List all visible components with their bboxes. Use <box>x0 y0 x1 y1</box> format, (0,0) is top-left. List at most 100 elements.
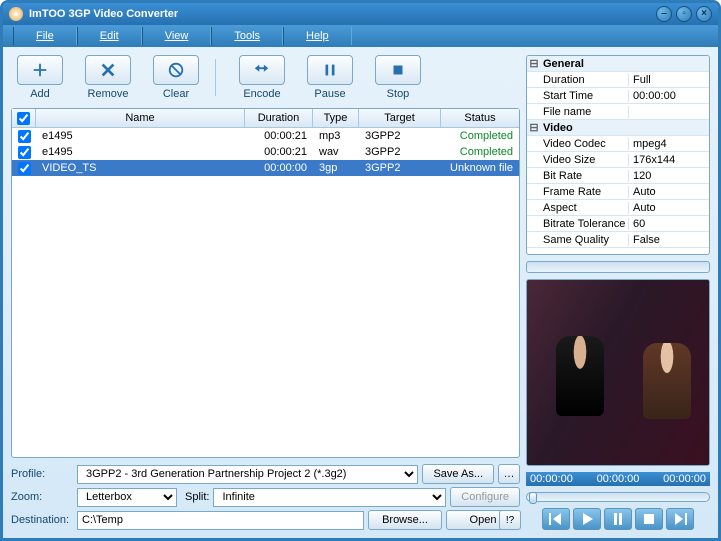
cell-type: mp3 <box>313 130 359 142</box>
slider-thumb[interactable] <box>529 492 537 504</box>
titlebar[interactable]: ImTOO 3GP Video Converter – ▫ × <box>3 3 718 25</box>
time-middle: 00:00:00 <box>597 473 640 485</box>
play-button[interactable] <box>573 508 601 530</box>
time-bar: 00:00:00 00:00:00 00:00:00 <box>526 472 710 486</box>
left-pane: Add Remove Clear Encode Pause Stop Name … <box>11 55 520 530</box>
cell-status: Completed <box>441 146 519 158</box>
prop-value[interactable]: mpeg4 <box>629 138 709 150</box>
col-duration[interactable]: Duration <box>245 109 313 127</box>
time-total: 00:00:00 <box>663 473 706 485</box>
split-select[interactable]: Infinite <box>213 488 446 507</box>
prev-button[interactable] <box>542 508 570 530</box>
prop-group: Video <box>541 122 709 134</box>
property-row[interactable]: Frame RateAuto <box>527 184 709 200</box>
menu-help[interactable]: Help <box>283 27 352 45</box>
destination-input[interactable] <box>77 511 364 530</box>
property-row[interactable]: DurationFull <box>527 72 709 88</box>
cell-duration: 00:00:21 <box>245 130 313 142</box>
app-window: ImTOO 3GP Video Converter – ▫ × File Edi… <box>0 0 721 541</box>
save-as-button[interactable]: Save As... <box>422 464 494 484</box>
cell-duration: 00:00:00 <box>245 162 313 174</box>
cell-type: wav <box>313 146 359 158</box>
configure-button[interactable]: Configure <box>450 487 520 507</box>
preview-panel[interactable] <box>526 279 710 466</box>
minimize-button[interactable]: – <box>656 6 672 22</box>
add-label: Add <box>30 88 50 100</box>
col-name[interactable]: Name <box>36 109 245 127</box>
property-row[interactable]: ⊟General <box>527 56 709 72</box>
zoom-label: Zoom: <box>11 491 73 503</box>
prop-value[interactable]: 60 <box>629 218 709 230</box>
menu-edit[interactable]: Edit <box>77 27 142 45</box>
time-current: 00:00:00 <box>530 473 573 485</box>
remove-button[interactable] <box>85 55 131 85</box>
property-row[interactable]: Video Size176x144 <box>527 152 709 168</box>
row-checkbox[interactable] <box>18 146 31 159</box>
next-button[interactable] <box>666 508 694 530</box>
prop-key: Video Codec <box>541 138 629 150</box>
cell-name: e1495 <box>36 146 245 158</box>
collapse-icon[interactable]: ⊟ <box>527 57 541 70</box>
row-checkbox[interactable] <box>18 162 31 175</box>
properties-scrollbar[interactable] <box>526 261 710 273</box>
prop-value[interactable]: Auto <box>629 186 709 198</box>
clear-button[interactable] <box>153 55 199 85</box>
table-row[interactable]: e1495 00:00:21 wav 3GPP2 Completed <box>12 144 519 160</box>
property-row[interactable]: AspectAuto <box>527 200 709 216</box>
playback-controls <box>526 508 710 530</box>
prop-key: Bitrate Tolerance <box>541 218 629 230</box>
pause-label: Pause <box>314 88 345 100</box>
cell-duration: 00:00:21 <box>245 146 313 158</box>
help-button[interactable]: !? <box>499 510 521 530</box>
split-label: Split: <box>185 491 209 503</box>
row-checkbox[interactable] <box>18 130 31 143</box>
prop-key: Video Size <box>541 154 629 166</box>
property-row[interactable]: ⊟Video <box>527 120 709 136</box>
player-stop-button[interactable] <box>635 508 663 530</box>
property-row[interactable]: Start Time00:00:00 <box>527 88 709 104</box>
col-target[interactable]: Target <box>359 109 441 127</box>
browse-button[interactable]: Browse... <box>368 510 442 530</box>
select-all-checkbox[interactable] <box>17 112 30 125</box>
zoom-select[interactable]: Letterbox <box>77 488 177 507</box>
property-row[interactable]: Bitrate Tolerance60 <box>527 216 709 232</box>
seek-slider[interactable] <box>526 492 710 502</box>
prop-value[interactable]: Auto <box>629 202 709 214</box>
right-pane: ⊟GeneralDurationFullStart Time00:00:00Fi… <box>526 55 710 530</box>
prop-group: General <box>541 58 709 70</box>
remove-label: Remove <box>88 88 129 100</box>
table-row[interactable]: e1495 00:00:21 mp3 3GPP2 Completed <box>12 128 519 144</box>
stop-button[interactable] <box>375 55 421 85</box>
pause-button[interactable] <box>307 55 353 85</box>
menu-view[interactable]: View <box>142 27 212 45</box>
maximize-button[interactable]: ▫ <box>676 6 692 22</box>
prop-value[interactable]: 120 <box>629 170 709 182</box>
property-row[interactable]: File name <box>527 104 709 120</box>
app-title: ImTOO 3GP Video Converter <box>29 8 656 20</box>
prop-value[interactable]: Full <box>629 74 709 86</box>
menu-file[interactable]: File <box>13 27 77 45</box>
menubar: File Edit View Tools Help <box>3 25 718 47</box>
profile-select[interactable]: 3GPP2 - 3rd Generation Partnership Proje… <box>77 465 418 484</box>
file-table: Name Duration Type Target Status e1495 0… <box>11 108 520 458</box>
encode-button[interactable] <box>239 55 285 85</box>
col-type[interactable]: Type <box>313 109 359 127</box>
close-button[interactable]: × <box>696 6 712 22</box>
prop-value[interactable]: 00:00:00 <box>629 90 709 102</box>
menu-tools[interactable]: Tools <box>211 27 283 45</box>
col-status[interactable]: Status <box>441 109 519 127</box>
property-row[interactable]: Bit Rate120 <box>527 168 709 184</box>
property-row[interactable]: Same QualityFalse <box>527 232 709 248</box>
table-row[interactable]: VIDEO_TS 00:00:00 3gp 3GPP2 Unknown file <box>12 160 519 176</box>
cell-name: VIDEO_TS <box>36 162 245 174</box>
prop-value[interactable]: False <box>629 234 709 246</box>
cell-target: 3GPP2 <box>359 146 441 158</box>
player-pause-button[interactable] <box>604 508 632 530</box>
add-button[interactable] <box>17 55 63 85</box>
collapse-icon[interactable]: ⊟ <box>527 121 541 134</box>
preview-image <box>527 280 709 465</box>
property-row[interactable]: Video Codecmpeg4 <box>527 136 709 152</box>
prop-value[interactable]: 176x144 <box>629 154 709 166</box>
properties-panel[interactable]: ⊟GeneralDurationFullStart Time00:00:00Fi… <box>526 55 710 255</box>
profile-more-button[interactable]: … <box>498 464 520 484</box>
